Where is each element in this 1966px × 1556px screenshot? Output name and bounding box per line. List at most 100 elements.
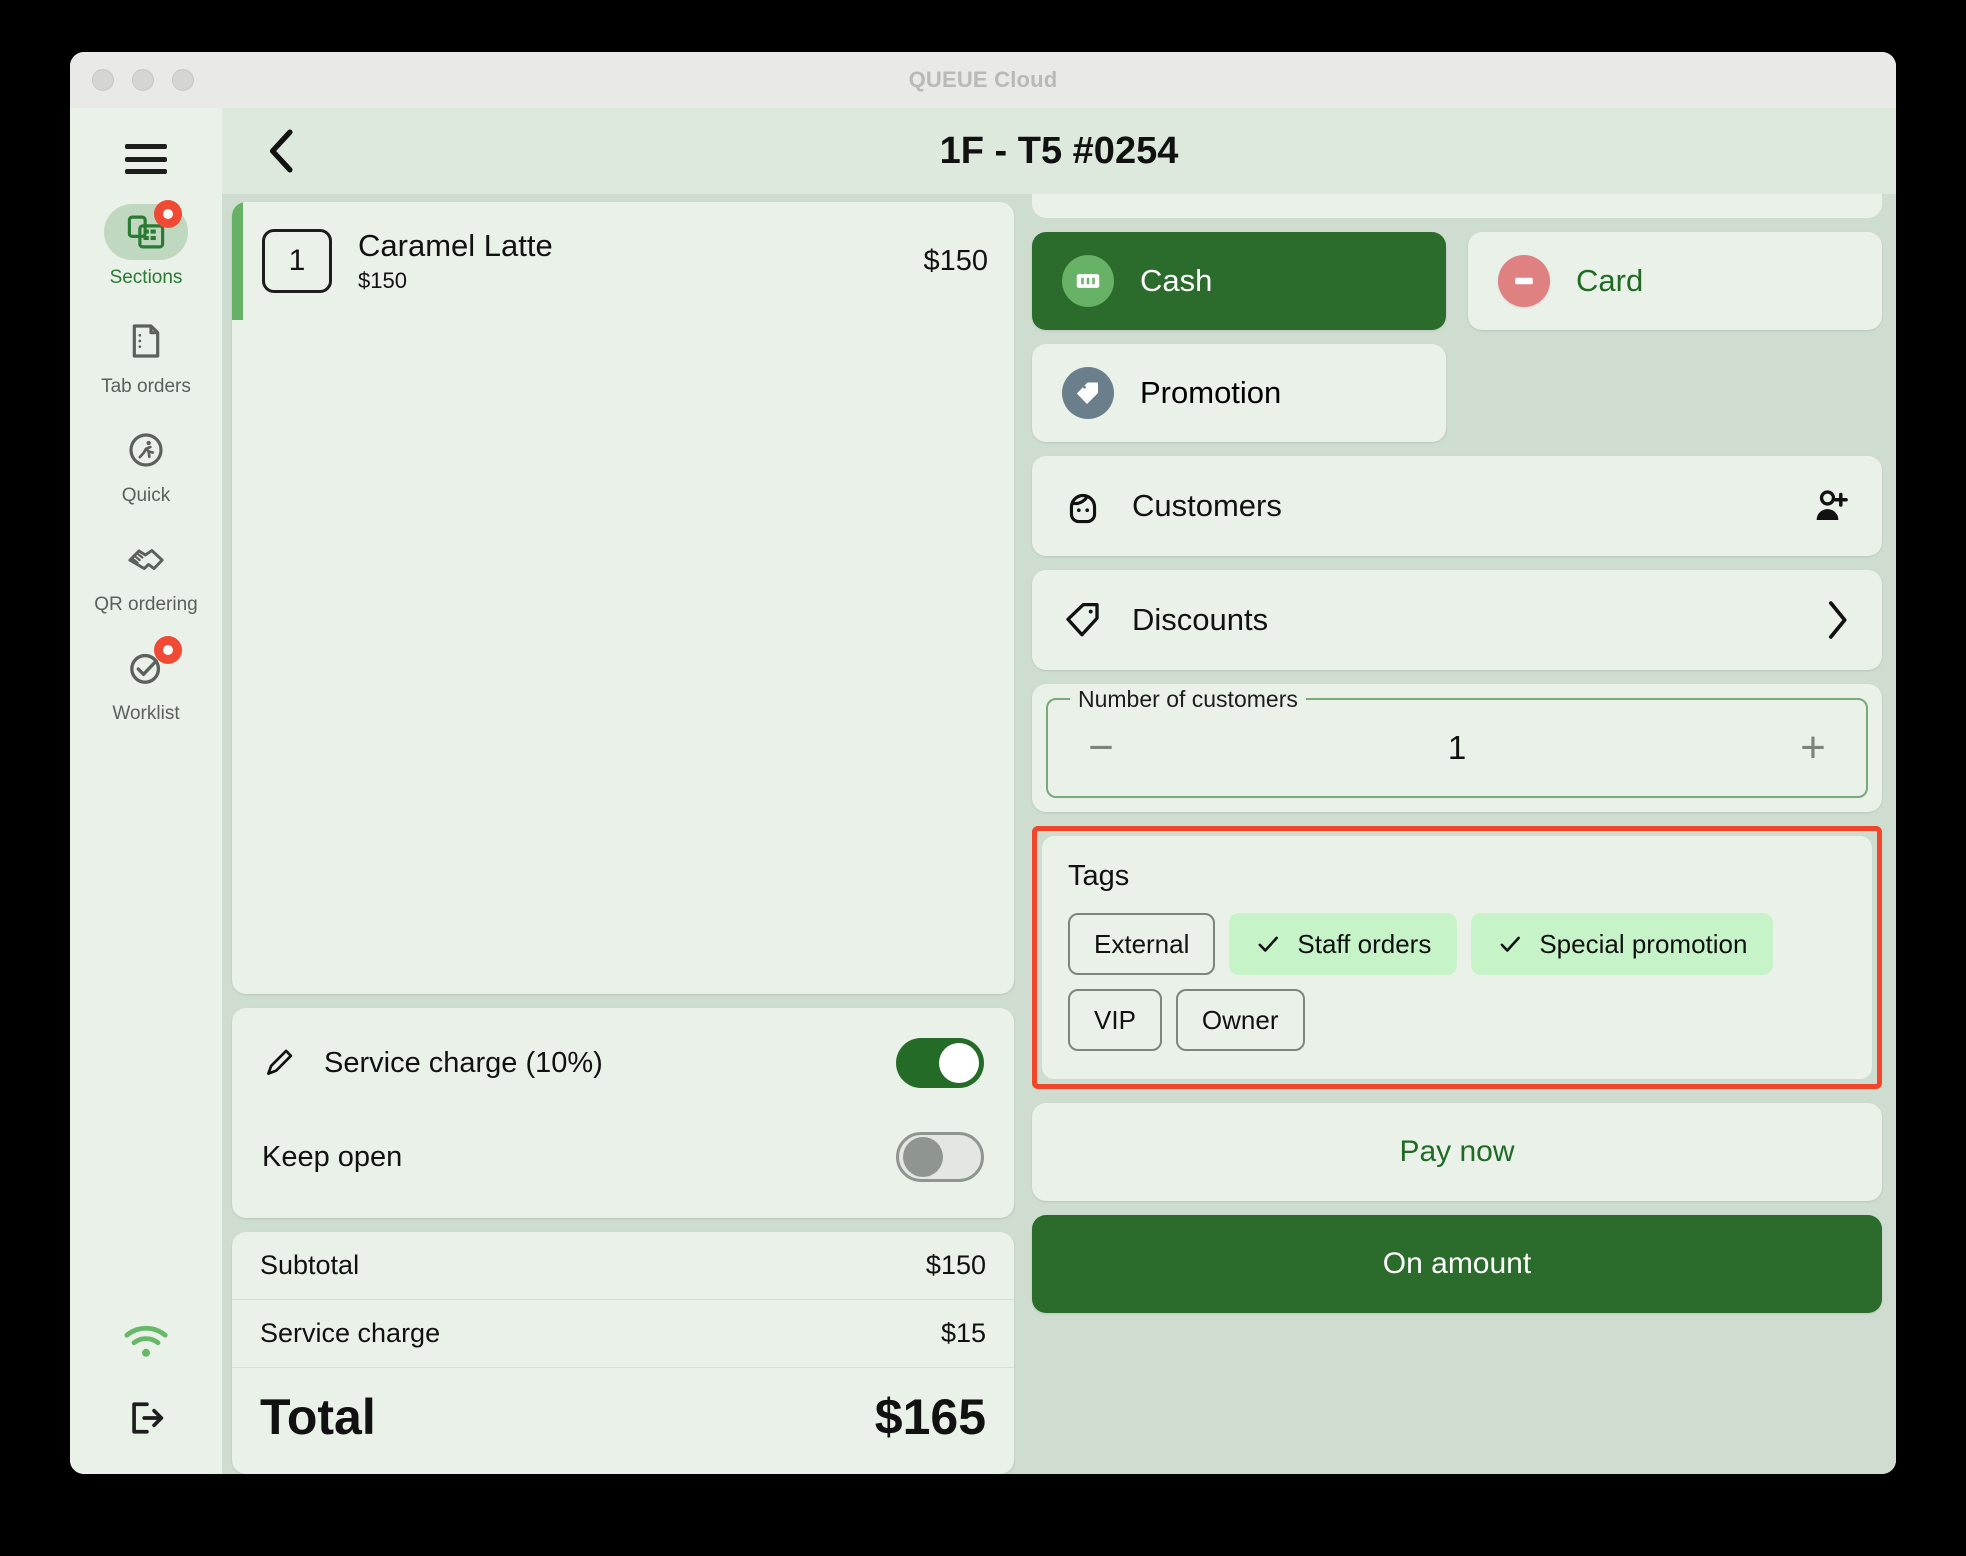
totals-row-label: Service charge xyxy=(260,1318,441,1348)
quantity-stepper: Number of customers − 1 + xyxy=(1046,686,1868,798)
banknote-icon xyxy=(1062,255,1114,307)
sidebar-item-worklist[interactable]: Worklist xyxy=(70,635,222,725)
worklist-notification-badge xyxy=(154,635,182,664)
tags-highlight-box: Tags External Staff orders Special promo… xyxy=(1032,826,1882,1089)
grand-total-label: Total xyxy=(260,1389,376,1445)
decrement-button[interactable]: − xyxy=(1076,726,1126,770)
payment-method-row: Cash Card xyxy=(1032,232,1882,330)
close-button[interactable] xyxy=(92,69,114,91)
sidebar-item-label: Quick xyxy=(121,484,171,506)
sidebar-item-sections[interactable]: Sections xyxy=(70,200,222,289)
main-area: 1F - T5 #0254 1 Caramel Latte $150 $150 … xyxy=(222,108,1896,1474)
window-controls xyxy=(92,69,194,91)
tag-label: VIP xyxy=(1094,1004,1136,1035)
tag-staff-orders[interactable]: Staff orders xyxy=(1229,913,1458,975)
tag-label: External xyxy=(1094,928,1190,959)
running-person-icon xyxy=(129,433,163,467)
sidebar: Sections Tab orders Quick QR ordering Wo… xyxy=(70,108,222,1474)
customers-label: Customers xyxy=(1132,488,1282,523)
page-title: 1F - T5 #0254 xyxy=(939,129,1179,172)
check-icon xyxy=(1255,931,1281,957)
order-item-row[interactable]: 1 Caramel Latte $150 $150 xyxy=(232,202,1014,320)
item-accent-bar xyxy=(232,202,243,320)
tag-label: Special promotion xyxy=(1539,928,1748,959)
keep-open-toggle[interactable] xyxy=(896,1132,984,1182)
maximize-button[interactable] xyxy=(172,69,194,91)
window-title: QUEUE Cloud xyxy=(908,67,1058,92)
totals-card: Subtotal $150 Service charge $15 Total $… xyxy=(232,1232,1014,1474)
sidebar-item-label: Sections xyxy=(109,267,183,288)
tag-owner[interactable]: Owner xyxy=(1175,989,1305,1051)
logout-icon[interactable] xyxy=(124,1396,168,1440)
tag-list: External Staff orders Special promotion … xyxy=(1068,913,1846,1051)
service-charge-label: Service charge (10%) xyxy=(324,1046,603,1079)
card-label: Card xyxy=(1576,263,1644,298)
order-column: 1 Caramel Latte $150 $150 Service charge… xyxy=(232,202,1014,1474)
service-charge-toggle[interactable] xyxy=(896,1038,984,1088)
promotion-label: Promotion xyxy=(1140,375,1282,410)
payment-method-promotion[interactable]: Promotion xyxy=(1032,344,1446,442)
tab-orders-icon-wrap xyxy=(104,313,188,369)
keep-open-label: Keep open xyxy=(262,1140,403,1173)
totals-row-value: $150 xyxy=(925,1250,986,1280)
discounts-row[interactable]: Discounts xyxy=(1032,570,1882,670)
app-window: QUEUE Cloud Sections Tab orders Quick QR… xyxy=(70,52,1896,1474)
sidebar-item-quick[interactable]: Quick xyxy=(70,422,222,507)
document-icon xyxy=(132,324,160,358)
grand-total-row: Total $165 xyxy=(232,1368,1014,1474)
check-icon xyxy=(1497,931,1523,957)
customer-count-value: 1 xyxy=(1447,729,1467,766)
payment-method-cash[interactable]: Cash xyxy=(1032,232,1446,330)
totals-row: Subtotal $150 xyxy=(232,1232,1014,1300)
cash-label: Cash xyxy=(1140,263,1213,298)
tag-vip[interactable]: VIP xyxy=(1068,989,1162,1051)
customers-row[interactable]: Customers xyxy=(1032,456,1882,556)
customer-count-card: Number of customers − 1 + xyxy=(1032,684,1882,812)
totals-row: Service charge $15 xyxy=(232,1300,1014,1368)
price-tag-icon xyxy=(1062,367,1114,419)
tags-title: Tags xyxy=(1068,860,1130,892)
tag-special-promotion[interactable]: Special promotion xyxy=(1471,913,1774,975)
wifi-icon[interactable] xyxy=(121,1322,171,1362)
sidebar-item-tab-orders[interactable]: Tab orders xyxy=(70,313,222,398)
hamburger-icon[interactable] xyxy=(125,144,167,174)
worklist-icon-wrap xyxy=(104,635,188,696)
service-charge-row[interactable]: Service charge (10%) xyxy=(232,1016,1014,1110)
sidebar-item-qr-ordering[interactable]: QR ordering xyxy=(70,531,222,616)
charges-card: Service charge (10%) Keep open xyxy=(232,1008,1014,1218)
tags-card: Tags External Staff orders Special promo… xyxy=(1042,836,1872,1079)
discounts-label: Discounts xyxy=(1132,602,1269,637)
order-topbar: 1F - T5 #0254 xyxy=(222,108,1896,194)
item-unit-price: $150 xyxy=(358,268,407,293)
pay-now-button[interactable]: Pay now xyxy=(1032,1103,1882,1201)
stepper-legend: Number of customers xyxy=(1070,686,1306,713)
quick-icon-wrap xyxy=(104,422,188,478)
sidebar-bottom xyxy=(70,1322,222,1440)
tag-external[interactable]: External xyxy=(1068,913,1216,975)
item-quantity[interactable]: 1 xyxy=(262,229,332,293)
sidebar-nav: Sections Tab orders Quick QR ordering Wo… xyxy=(70,200,222,748)
minimize-button[interactable] xyxy=(132,69,154,91)
app-body: Sections Tab orders Quick QR ordering Wo… xyxy=(70,108,1896,1474)
tag-label: Staff orders xyxy=(1297,928,1432,959)
sidebar-item-label: Worklist xyxy=(112,702,180,724)
checkout-buttons: Pay now On amount xyxy=(1032,1103,1882,1319)
add-person-icon[interactable] xyxy=(1810,485,1852,527)
back-button[interactable] xyxy=(260,129,304,173)
item-info: Caramel Latte $150 xyxy=(358,228,923,294)
chevron-right-icon[interactable] xyxy=(1822,600,1852,640)
on-amount-button[interactable]: On amount xyxy=(1032,1215,1882,1313)
keep-open-row[interactable]: Keep open xyxy=(232,1110,1014,1204)
tag-label: Owner xyxy=(1201,1004,1279,1035)
payment-method-card[interactable]: Card xyxy=(1468,232,1882,330)
credit-card-icon xyxy=(1498,255,1550,307)
totals-row-label: Subtotal xyxy=(260,1250,360,1280)
sections-icon-wrap xyxy=(104,200,188,260)
handshake-icon xyxy=(128,548,164,570)
customer-face-icon xyxy=(1069,494,1097,524)
content-area: 1 Caramel Latte $150 $150 Service charge… xyxy=(222,164,1896,1474)
sidebar-item-label: QR ordering xyxy=(94,593,198,615)
chevron-left-icon xyxy=(269,129,293,173)
increment-button[interactable]: + xyxy=(1788,726,1838,770)
pencil-icon[interactable] xyxy=(262,1046,296,1080)
